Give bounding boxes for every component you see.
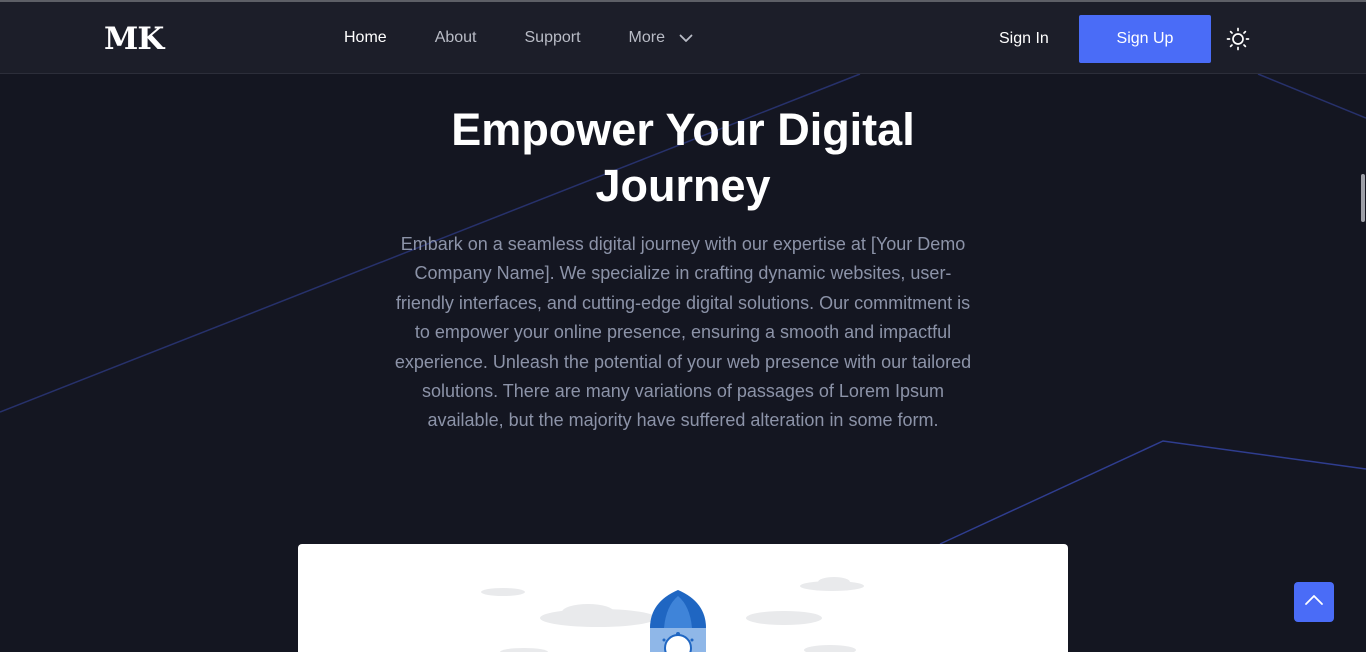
logo[interactable]: MK xyxy=(104,20,164,58)
nav-link-support[interactable]: Support xyxy=(525,29,581,47)
nav-link-more-label: More xyxy=(628,29,665,46)
nav-link-more[interactable]: More xyxy=(629,29,693,47)
sign-up-button[interactable]: Sign Up xyxy=(1079,15,1211,63)
nav-link-about[interactable]: About xyxy=(435,29,477,47)
nav-link-home[interactable]: Home xyxy=(344,29,387,47)
page: MK Home About Support More Sign In Sign … xyxy=(0,0,1366,652)
hero-description: Embark on a seamless digital journey wit… xyxy=(394,234,972,431)
back-to-top-button[interactable] xyxy=(1294,582,1334,622)
chevron-up-icon xyxy=(1304,593,1324,611)
navbar: MK Home About Support More Sign In Sign … xyxy=(0,2,1366,74)
sign-in-link[interactable]: Sign In xyxy=(999,29,1049,49)
scrollbar-thumb[interactable] xyxy=(1361,174,1365,222)
rocket-icon xyxy=(481,577,864,652)
chevron-down-icon xyxy=(679,34,693,43)
hero-title-line1: Empower Your Digital xyxy=(451,104,915,155)
hero-illustration-card xyxy=(298,544,1068,652)
hero-title: Empower Your Digital Journey xyxy=(383,102,983,214)
main-nav: Home About Support More xyxy=(344,2,741,74)
sun-icon[interactable] xyxy=(1226,27,1250,51)
hero-title-line2: Journey xyxy=(595,160,771,211)
